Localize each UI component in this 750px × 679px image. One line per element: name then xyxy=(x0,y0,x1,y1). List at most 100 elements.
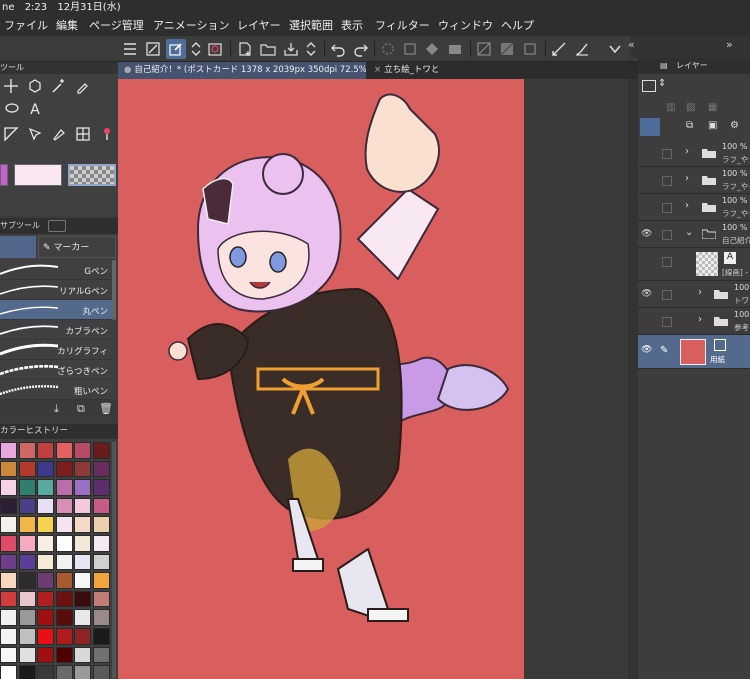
lasso-icon[interactable] xyxy=(0,99,22,121)
brush-rough-pen[interactable]: ざらつきペン xyxy=(0,360,112,380)
color-history-swatch[interactable] xyxy=(74,590,92,608)
layer-lock-icon[interactable]: ▥ xyxy=(666,102,675,113)
canvas-area[interactable] xyxy=(118,79,638,679)
ruler-tool-icon[interactable] xyxy=(0,123,22,145)
eyedropper-icon[interactable] xyxy=(72,75,94,97)
subtool-category-pen[interactable] xyxy=(0,236,36,258)
color-history-swatch[interactable] xyxy=(18,572,36,589)
color-history-swatch[interactable] xyxy=(93,628,110,645)
deselect-icon[interactable] xyxy=(474,39,494,59)
color-history-swatch[interactable] xyxy=(0,535,17,552)
updown-arrows-icon-2[interactable] xyxy=(301,39,321,59)
brush-kabura-pen[interactable]: カブラペン xyxy=(0,320,112,340)
color-history-swatch[interactable] xyxy=(18,479,36,496)
color-history-swatch[interactable] xyxy=(55,553,73,571)
brush-maru-pen[interactable]: 丸ペン xyxy=(0,300,112,320)
color-history-swatch[interactable] xyxy=(55,665,73,679)
color-history-swatch[interactable] xyxy=(37,646,55,664)
color-history-swatch[interactable] xyxy=(18,535,36,552)
pencil-icon[interactable]: ✎ xyxy=(660,345,668,356)
nib-icon[interactable] xyxy=(48,123,70,145)
color-history-swatch[interactable] xyxy=(0,590,17,608)
fill-icon[interactable] xyxy=(422,39,442,59)
menu-edit[interactable]: 編集 xyxy=(56,16,78,36)
color-history-swatch[interactable] xyxy=(74,516,92,533)
color-history-swatch[interactable] xyxy=(93,460,110,478)
color-history-swatch[interactable] xyxy=(74,535,92,552)
visibility-checkbox[interactable] xyxy=(662,176,672,186)
color-history-swatch[interactable] xyxy=(18,628,36,645)
color-history-swatch[interactable] xyxy=(55,460,73,478)
color-history-swatch[interactable] xyxy=(55,646,73,664)
layer-item-rough-2[interactable]: › 100 % ラフ_やり xyxy=(638,167,750,194)
new-layer-icon[interactable]: ⧉ xyxy=(686,120,693,131)
layer-item-intro[interactable]: 👁 ⌄ 100 % 自己紹介 xyxy=(638,221,750,248)
color-history-swatch[interactable] xyxy=(0,442,17,459)
layer-item-rough-3[interactable]: › 100 % ラフ_やり xyxy=(638,194,750,221)
color-history-swatch[interactable] xyxy=(37,442,55,459)
clear-icon[interactable] xyxy=(520,39,540,59)
expand-arrow-icon[interactable]: › xyxy=(698,287,702,298)
color-history-swatch[interactable] xyxy=(55,628,73,645)
color-history-swatch[interactable] xyxy=(37,628,55,645)
chevron-down-icon[interactable] xyxy=(605,39,625,59)
sub-color-swatch[interactable] xyxy=(14,164,62,186)
expand-arrow-icon[interactable]: › xyxy=(685,200,689,211)
color-history-swatch[interactable] xyxy=(18,646,36,664)
color-history-swatch[interactable] xyxy=(18,497,36,515)
canvas-paper[interactable] xyxy=(118,79,524,679)
color-history-swatch[interactable] xyxy=(55,535,73,552)
color-history-swatch[interactable] xyxy=(93,553,110,571)
color-history-swatch[interactable] xyxy=(37,590,55,608)
color-history-swatch[interactable] xyxy=(93,665,110,679)
expand-arrow-icon[interactable]: › xyxy=(685,173,689,184)
color-history-swatch[interactable] xyxy=(74,572,92,589)
menu-selection[interactable]: 選択範囲 xyxy=(289,16,333,36)
expand-arrow-icon[interactable]: › xyxy=(698,314,702,325)
color-history-swatch[interactable] xyxy=(74,479,92,496)
layer-item-paper[interactable]: 👁 ✎ 用紙 xyxy=(638,335,750,369)
visibility-checkbox[interactable] xyxy=(662,257,672,267)
color-history-swatch[interactable] xyxy=(93,479,110,496)
color-history-swatch[interactable] xyxy=(18,460,36,478)
magic-wand-icon[interactable] xyxy=(48,75,70,97)
color-history-swatch[interactable] xyxy=(37,665,55,679)
companion-mode-icon[interactable] xyxy=(205,39,225,59)
color-history-swatch[interactable] xyxy=(55,442,73,459)
color-history-swatch[interactable] xyxy=(18,590,36,608)
color-history-swatch[interactable] xyxy=(55,516,73,533)
close-icon[interactable]: × xyxy=(374,65,381,75)
undo-icon[interactable] xyxy=(328,39,348,59)
pen-tool-icon[interactable] xyxy=(24,123,46,145)
color-history-swatch[interactable] xyxy=(0,497,17,515)
canvas-vertical-scrollbar[interactable] xyxy=(628,79,638,679)
layer-clip-icon[interactable]: ▨ xyxy=(686,102,695,113)
brush-snap-icon[interactable] xyxy=(572,39,592,59)
color-history-swatch[interactable] xyxy=(74,553,92,571)
brush-g-pen[interactable]: Gペン xyxy=(0,260,112,280)
color-history-swatch[interactable] xyxy=(55,572,73,589)
menu-file[interactable]: ファイル xyxy=(4,16,48,36)
layer-item-reference[interactable]: › 100 参考 xyxy=(638,308,750,335)
color-history-swatch[interactable] xyxy=(0,609,17,626)
menu-view[interactable]: 表示 xyxy=(341,16,363,36)
color-history-swatch[interactable] xyxy=(37,553,55,571)
invert-selection-icon[interactable] xyxy=(497,39,517,59)
layer-fill-icon[interactable] xyxy=(445,39,465,59)
close-icon[interactable]: ● xyxy=(124,65,131,75)
main-color-swatch[interactable] xyxy=(0,164,8,186)
color-history-swatch[interactable] xyxy=(37,609,55,626)
brush-real-g-pen[interactable]: リアルGペン xyxy=(0,280,112,300)
edit-mode-icon[interactable] xyxy=(166,39,186,59)
updown-arrows-icon[interactable] xyxy=(186,39,206,59)
layer-reference-icon[interactable]: ▦ xyxy=(708,102,717,113)
visibility-checkbox[interactable] xyxy=(662,230,672,240)
transparent-color-swatch[interactable] xyxy=(68,164,116,186)
color-history-swatch[interactable] xyxy=(93,646,110,664)
menu-filter[interactable]: フィルター xyxy=(375,16,430,36)
eye-icon[interactable]: 👁 xyxy=(641,345,653,357)
color-history-swatch[interactable] xyxy=(74,665,92,679)
brush-calligraphy[interactable]: カリグラフィ xyxy=(0,340,112,360)
color-history-swatch[interactable] xyxy=(18,665,36,679)
tab-subtool[interactable]: サブツール xyxy=(0,218,40,234)
